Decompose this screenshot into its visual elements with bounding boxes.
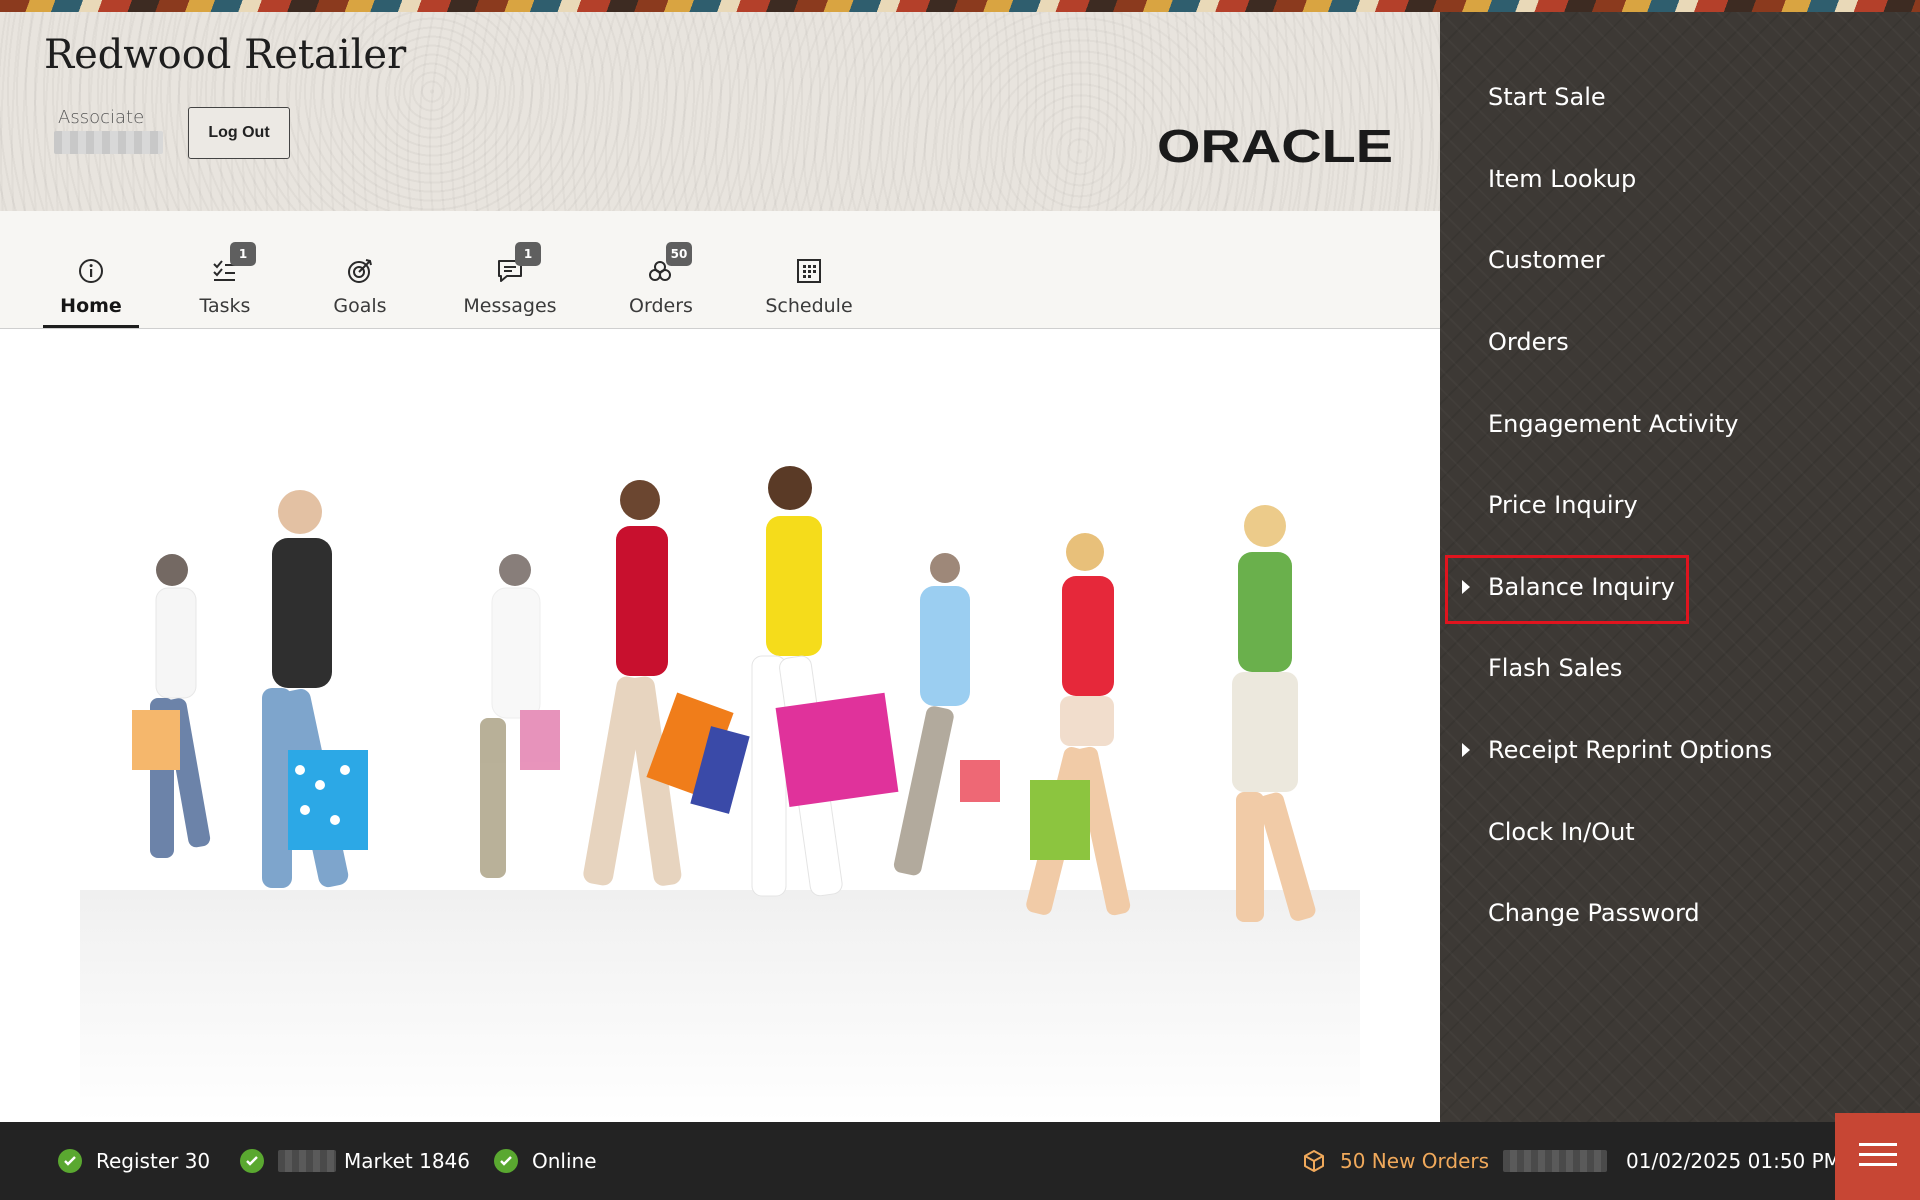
register-label: Register 30 (96, 1149, 211, 1173)
connection-label: Online (532, 1149, 597, 1173)
app-header: Redwood Retailer Associate Log Out ORACL… (0, 12, 1440, 211)
goals-icon (345, 256, 375, 286)
menu-item-label: Receipt Reprint Options (1488, 736, 1773, 764)
menu-item-price-inquiry[interactable]: Price Inquiry (1488, 480, 1638, 530)
tab-tasks[interactable]: 1 Tasks (190, 211, 260, 329)
main-menu-sidebar: Start Sale Item Lookup Customer Orders E… (1440, 12, 1920, 1122)
tab-messages[interactable]: 1 Messages (460, 211, 560, 329)
menu-item-flash-sales[interactable]: Flash Sales (1488, 643, 1622, 693)
hero-shoppers-image (0, 330, 1440, 1122)
calendar-icon (794, 256, 824, 286)
oracle-logo-text: ORACLE (1157, 122, 1393, 168)
menu-item-clock-in-out[interactable]: Clock In/Out (1488, 807, 1635, 857)
orders-icon: 50 (646, 242, 692, 286)
store-name-redacted (1503, 1150, 1608, 1172)
tab-tasks-label: Tasks (199, 295, 251, 317)
tasks-icon: 1 (210, 242, 256, 286)
tab-schedule[interactable]: Schedule (765, 211, 853, 329)
caret-right-icon (1462, 580, 1470, 594)
tasks-badge: 1 (230, 242, 256, 266)
datetime-label: 01/02/2025 01:50 PM (1626, 1149, 1841, 1173)
menu-item-item-lookup[interactable]: Item Lookup (1488, 154, 1636, 204)
oracle-logo: ORACLE (1157, 122, 1393, 168)
new-orders-notification[interactable]: 50 New Orders (1302, 1122, 1615, 1200)
menu-item-label: Orders (1488, 328, 1569, 356)
menu-item-label: Change Password (1488, 899, 1700, 927)
caret-right-icon (1462, 743, 1470, 757)
menu-item-engagement-activity[interactable]: Engagement Activity (1488, 399, 1738, 449)
connection-status: Online (494, 1122, 597, 1200)
package-icon (1302, 1149, 1326, 1173)
menu-item-label: Item Lookup (1488, 165, 1637, 193)
status-bar: Register 30 Market 1846 Online 50 New Or… (0, 1122, 1920, 1200)
menu-item-customer[interactable]: Customer (1488, 235, 1605, 285)
check-circle-icon (240, 1149, 264, 1173)
menu-item-receipt-reprint-options[interactable]: Receipt Reprint Options (1462, 725, 1773, 775)
new-orders-label: 50 New Orders (1340, 1149, 1490, 1173)
store-status: Market 1846 (240, 1122, 470, 1200)
menu-item-label: Balance Inquiry (1488, 573, 1675, 601)
menu-item-label: Engagement Activity (1488, 410, 1739, 438)
check-circle-icon (494, 1149, 518, 1173)
menu-item-label: Flash Sales (1488, 654, 1623, 682)
hamburger-menu-button[interactable] (1835, 1113, 1920, 1200)
tab-goals-label: Goals (333, 295, 387, 317)
info-icon (76, 256, 106, 286)
tab-orders-label: Orders (629, 295, 693, 317)
tab-messages-label: Messages (463, 295, 557, 317)
menu-item-change-password[interactable]: Change Password (1488, 888, 1700, 938)
hamburger-icon (1858, 1141, 1897, 1173)
date-time: 01/02/2025 01:50 PM (1626, 1122, 1841, 1200)
menu-item-label: Customer (1488, 246, 1605, 274)
menu-item-label: Clock In/Out (1488, 818, 1635, 846)
menu-item-orders[interactable]: Orders (1488, 317, 1569, 367)
tab-home-label: Home (60, 295, 122, 317)
associate-label: Associate (58, 107, 145, 128)
store-number-redacted (278, 1150, 336, 1172)
menu-item-start-sale[interactable]: Start Sale (1488, 72, 1606, 122)
logout-button[interactable]: Log Out (188, 107, 290, 159)
menu-item-label: Price Inquiry (1488, 491, 1638, 519)
register-status: Register 30 (58, 1122, 210, 1200)
retailer-title: Redwood Retailer (44, 32, 407, 78)
shoppers-illustration (80, 466, 1360, 1122)
tab-home[interactable]: Home (43, 211, 139, 329)
menu-item-label: Start Sale (1488, 83, 1606, 111)
associate-name-redacted (54, 131, 163, 154)
messages-badge: 1 (515, 242, 541, 266)
tab-orders[interactable]: 50 Orders (622, 211, 700, 329)
decorative-banner-strip (0, 0, 1920, 12)
menu-item-balance-inquiry[interactable]: Balance Inquiry (1462, 562, 1675, 612)
check-circle-icon (58, 1149, 82, 1173)
store-label: Market 1846 (344, 1149, 471, 1173)
orders-badge: 50 (666, 242, 692, 266)
tab-goals[interactable]: Goals (325, 211, 395, 329)
tab-schedule-label: Schedule (765, 295, 853, 317)
messages-icon: 1 (495, 242, 541, 286)
primary-tab-bar: Home 1 Tasks Goals 1 Messages 50 Orders … (0, 211, 1440, 329)
